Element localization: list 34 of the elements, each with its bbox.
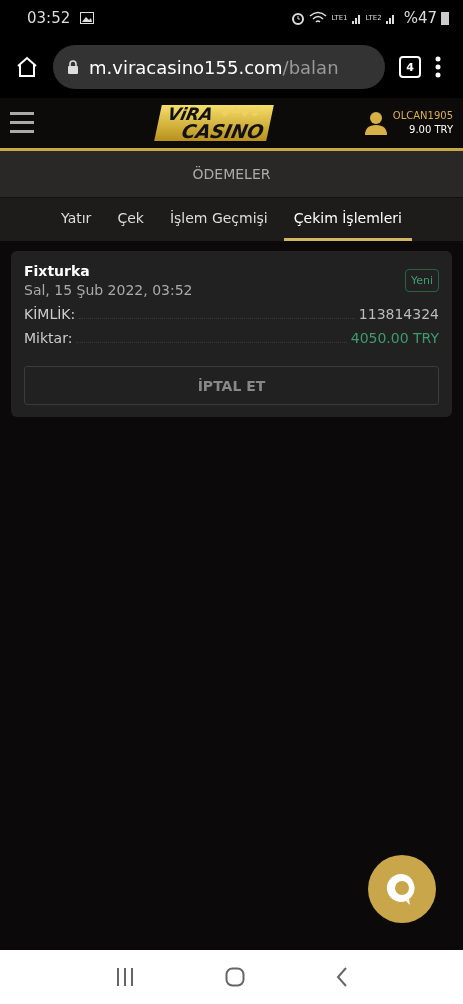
url-text: m.viracasino155.com/balan bbox=[89, 56, 339, 78]
battery-icon bbox=[441, 11, 449, 25]
menu-icon[interactable] bbox=[10, 112, 34, 134]
section-title: ÖDEMELER bbox=[0, 151, 463, 198]
balance: 9.00 TRY bbox=[409, 123, 453, 137]
home-icon[interactable] bbox=[15, 55, 39, 79]
status-badge: Yeni bbox=[404, 269, 439, 292]
battery-percent: %47 bbox=[403, 9, 437, 27]
tab[interactable]: Yatır bbox=[51, 198, 102, 241]
logo[interactable]: ViRA CASINO bbox=[154, 105, 275, 141]
image-icon bbox=[80, 12, 95, 24]
date: Sal, 15 Şub 2022, 03:52 bbox=[24, 282, 193, 298]
url-bar[interactable]: m.viracasino155.com/balan bbox=[53, 45, 385, 89]
field-label: Miktar: bbox=[24, 330, 73, 346]
status-time: 03:52 bbox=[27, 9, 71, 27]
tab[interactable]: Çek bbox=[107, 198, 154, 241]
field-value: 113814324 bbox=[358, 306, 439, 322]
alarm-icon bbox=[291, 11, 306, 25]
signal-icon bbox=[385, 12, 396, 24]
tab[interactable]: Çekim İşlemleri bbox=[283, 198, 412, 241]
field-value: 4050.00 TRY bbox=[350, 330, 439, 346]
recent-apps-icon[interactable] bbox=[115, 968, 136, 986]
user-icon[interactable] bbox=[364, 111, 387, 135]
signal-icon bbox=[351, 12, 362, 24]
lock-icon bbox=[67, 60, 79, 74]
tab-count-button[interactable]: 4 bbox=[399, 56, 421, 78]
payment-method: Fixturka bbox=[24, 263, 91, 279]
username: OLCAN1905 bbox=[392, 109, 453, 123]
cancel-button[interactable]: İPTAL ET bbox=[24, 366, 439, 405]
wifi-icon bbox=[309, 11, 328, 25]
field-label: KİMLİK: bbox=[24, 306, 76, 322]
more-icon[interactable] bbox=[435, 56, 441, 78]
tab[interactable]: İşlem Geçmişi bbox=[159, 198, 278, 241]
back-icon[interactable] bbox=[335, 967, 348, 987]
